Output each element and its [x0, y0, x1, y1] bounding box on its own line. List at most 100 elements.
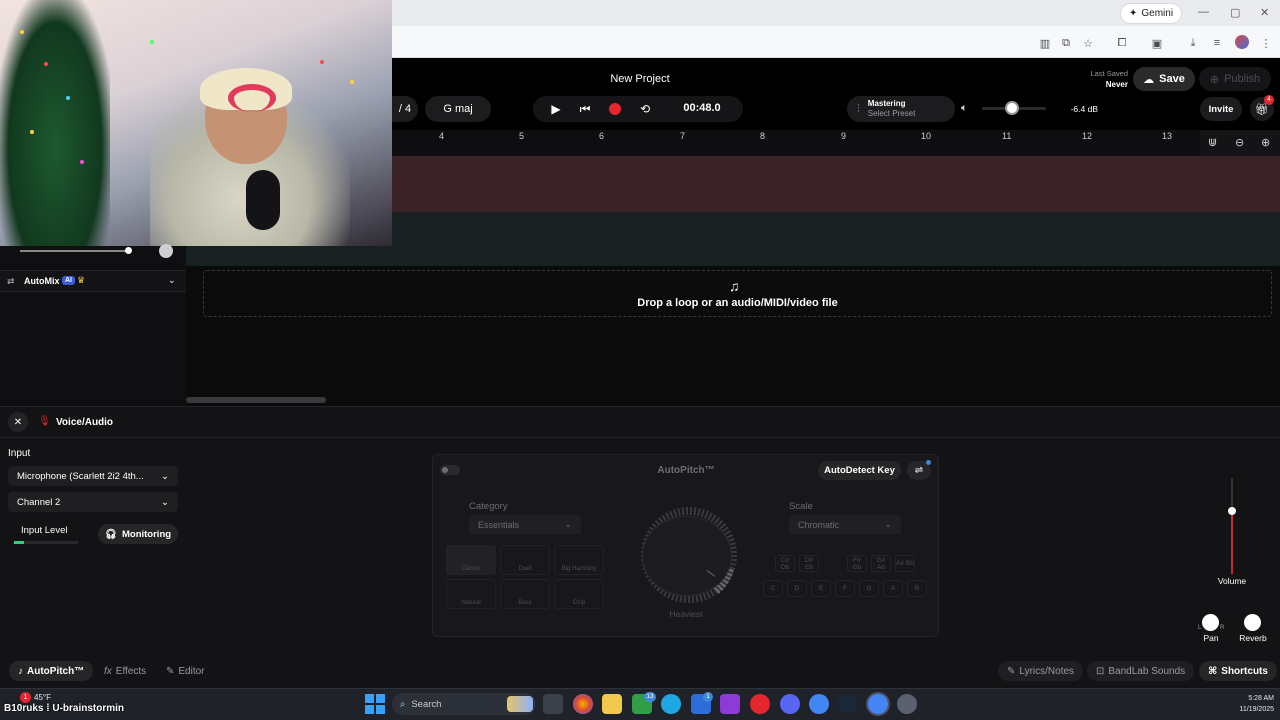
key-e[interactable]: E	[811, 580, 831, 597]
key-g[interactable]: G	[859, 580, 879, 597]
reading-mode-icon[interactable]: ▥	[1038, 36, 1052, 50]
key-d-sharp[interactable]: D# Eb	[799, 555, 819, 572]
save-button[interactable]: ☁ Save	[1133, 67, 1195, 91]
track-lane-teal-left[interactable]	[186, 246, 392, 266]
loop-button[interactable]: ⟲	[633, 98, 657, 120]
magnet-snap-icon[interactable]: ⋓	[1208, 136, 1217, 149]
gemini-button[interactable]: ✦ Gemini	[1121, 4, 1182, 23]
effect-chip[interactable]: Chip	[554, 579, 604, 609]
knob-center[interactable]	[642, 516, 732, 596]
channel-select[interactable]: Channel 2 ⌄	[8, 492, 178, 512]
key-b[interactable]: B	[907, 580, 927, 597]
download-icon[interactable]: ⤓	[1186, 36, 1200, 50]
effect-label: Big Harmony	[561, 566, 597, 572]
extensions-icon[interactable]: ⧠	[1115, 36, 1129, 50]
project-title[interactable]: New Project	[560, 73, 720, 85]
effect-duet[interactable]: Duet	[500, 545, 550, 575]
key-g-sharp[interactable]: G# Ab	[871, 555, 891, 572]
key-c-sharp[interactable]: C# Db	[775, 555, 795, 572]
volume-fader-knob[interactable]	[1228, 507, 1236, 515]
horizontal-scrollbar[interactable]	[186, 397, 326, 403]
copilot-icon[interactable]	[573, 694, 593, 714]
pan-knob[interactable]	[1202, 614, 1219, 631]
skip-back-button[interactable]: ⏮	[573, 98, 597, 120]
chevron-down-icon: ⌄	[884, 519, 892, 529]
input-level-fill	[14, 541, 24, 544]
chrome-icon[interactable]	[809, 694, 829, 714]
zoom-out-icon[interactable]: ⊖	[1235, 136, 1244, 149]
effect-big-harmony[interactable]: Big Harmony	[554, 545, 604, 575]
track-lane-red[interactable]	[392, 156, 1280, 212]
invite-button[interactable]: Invite	[1200, 97, 1242, 121]
autodetect-key-button[interactable]: AutoDetect Key	[818, 461, 901, 480]
drop-zone[interactable]: ♫ Drop a loop or an audio/MIDI/video fil…	[203, 270, 1272, 317]
track-volume-knob[interactable]	[125, 247, 132, 254]
steam-icon[interactable]	[838, 694, 858, 714]
tab-effects[interactable]: fx Effects	[95, 661, 155, 681]
file-explorer-icon[interactable]	[602, 694, 622, 714]
media-icon[interactable]: ≡	[1210, 36, 1224, 50]
app-purple-icon[interactable]	[720, 694, 740, 714]
sidepanel-icon[interactable]: ▣	[1150, 36, 1164, 50]
taskbar-clock[interactable]: 5:28 AM 11/19/2025	[1208, 693, 1274, 715]
effect-classic[interactable]: Classic	[446, 545, 496, 575]
chrome-active-icon[interactable]	[868, 694, 888, 714]
effect-natural[interactable]: Natural	[446, 579, 496, 609]
record-button[interactable]	[603, 98, 627, 120]
zoom-in-icon[interactable]: ⊕	[1261, 136, 1270, 149]
reverb-knob[interactable]	[1244, 614, 1261, 631]
master-db-value: -6.4 dB	[1070, 104, 1098, 114]
maximize-button[interactable]: ▢	[1230, 6, 1240, 19]
monitoring-button[interactable]: 🎧︎ Monitoring	[98, 524, 178, 544]
key-d[interactable]: D	[787, 580, 807, 597]
minimize-button[interactable]: —	[1198, 6, 1209, 18]
ruler-bar-number: 13	[1162, 131, 1173, 141]
key-f-sharp[interactable]: F# Gb	[847, 555, 867, 572]
tab-autopitch[interactable]: ♪ AutoPitch™	[9, 661, 94, 681]
weather-temperature[interactable]: 45°F	[34, 693, 51, 702]
autopitch-toggle[interactable]	[440, 465, 460, 475]
timeline-ruler[interactable]	[392, 130, 1200, 156]
task-view-icon[interactable]	[543, 694, 563, 714]
key-selector[interactable]: G maj	[425, 96, 491, 122]
tab-lyrics-notes[interactable]: ✎ Lyrics/Notes	[998, 661, 1084, 681]
tab-bandlab-sounds[interactable]: ⊡ BandLab Sounds	[1087, 661, 1195, 681]
automix-row[interactable]: ⇄ AutoMix AI ♛ ⌄	[0, 270, 186, 292]
close-panel-button[interactable]: ✕	[8, 412, 28, 432]
chevron-down-icon[interactable]: ⌄	[168, 275, 176, 286]
category-select[interactable]: Essentials ⌄	[469, 515, 581, 534]
time-display: 00:48.0	[683, 102, 721, 114]
edge-icon[interactable]	[661, 694, 681, 714]
ruler-bar-number: 11	[1002, 131, 1012, 141]
scale-select[interactable]: Chromatic ⌄	[789, 515, 901, 534]
start-button[interactable]	[365, 694, 385, 714]
master-volume-knob[interactable]	[1005, 101, 1019, 115]
speaker-mute-icon[interactable]: 🔈︎	[961, 102, 968, 115]
track-pan-knob[interactable]	[159, 244, 173, 258]
tab-label: AutoPitch™	[27, 665, 85, 677]
key-a-sharp[interactable]: A# Bb	[895, 555, 915, 572]
bookmark-star-icon[interactable]: ☆	[1081, 36, 1095, 50]
track-volume-slider[interactable]	[20, 250, 128, 252]
profile-avatar[interactable]	[1235, 35, 1249, 49]
effect-bass[interactable]: Bass	[500, 579, 550, 609]
settings-gear-icon[interactable]	[897, 694, 917, 714]
key-c[interactable]: C	[763, 580, 783, 597]
mastering-button[interactable]: ⫶ Mastering Select Preset	[847, 96, 955, 122]
key-f[interactable]: F	[835, 580, 855, 597]
cast-icon[interactable]: ⧉	[1059, 36, 1073, 50]
key-a[interactable]: A	[883, 580, 903, 597]
time-signature[interactable]: / 4	[392, 96, 418, 122]
menu-kebab-icon[interactable]: ⋮	[1259, 36, 1273, 50]
close-window-button[interactable]: ✕	[1260, 6, 1269, 19]
tab-editor[interactable]: ✎ Editor	[157, 661, 214, 681]
panel-title: Voice/Audio	[56, 417, 114, 428]
publish-button[interactable]: ⊕ Publish	[1199, 67, 1271, 91]
shortcuts-button[interactable]: ⌘ Shortcuts	[1199, 661, 1277, 681]
app-red-icon[interactable]	[750, 694, 770, 714]
input-device-select[interactable]: Microphone (Scarlett 2i2 4th... ⌄	[8, 466, 178, 486]
sounds-icon: ⊡	[1096, 665, 1105, 677]
discord-icon[interactable]	[780, 694, 800, 714]
play-button[interactable]: ▶	[544, 98, 568, 120]
track-lane-teal[interactable]	[392, 212, 1280, 266]
